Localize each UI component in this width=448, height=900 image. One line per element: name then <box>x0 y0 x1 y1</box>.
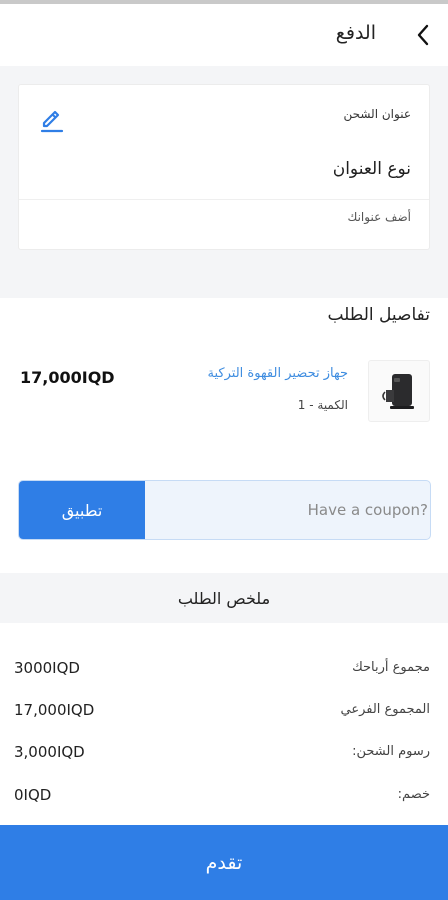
summary-row-discount: خصم: 0IQD <box>0 785 448 809</box>
edit-address-button[interactable] <box>39 107 65 133</box>
product-name[interactable]: جهاز تحضير القهوة التركية <box>208 366 348 381</box>
back-button[interactable] <box>412 22 434 48</box>
coffee-maker-image <box>382 374 414 409</box>
summary-label: رسوم الشحن: <box>352 744 430 759</box>
summary-label: مجموع أرباحك <box>352 660 430 675</box>
shipping-address-label: عنوان الشحن <box>343 107 411 121</box>
address-type: نوع العنوان <box>332 159 411 179</box>
pencil-icon <box>40 110 64 133</box>
shipping-address-card[interactable]: عنوان الشحن نوع العنوان أضف عنوانك <box>18 84 430 250</box>
product-price: 17,000IQD <box>20 368 115 387</box>
summary-label: المجموع الفرعي <box>340 702 430 717</box>
add-address-link[interactable]: أضف عنوانك <box>347 210 411 224</box>
apply-coupon-button[interactable]: تطبيق <box>19 481 145 539</box>
chevron-left-icon <box>417 24 429 46</box>
order-details-title: تفاصيل الطلب <box>327 305 430 325</box>
order-item: جهاز تحضير القهوة التركية الكمية - 1 17,… <box>18 358 430 424</box>
coupon-box: تطبيق <box>18 480 431 540</box>
summary-row-shipping: رسوم الشحن: 3,000IQD <box>0 742 448 766</box>
coupon-input[interactable] <box>145 481 430 539</box>
order-summary-title: ملخص الطلب <box>0 573 448 623</box>
proceed-button[interactable]: تقدم <box>0 825 448 900</box>
page-title: الدفع <box>335 22 376 44</box>
summary-value: 3,000IQD <box>14 743 85 761</box>
divider <box>19 199 429 200</box>
summary-value: 3000IQD <box>14 659 80 677</box>
summary-row-profit: مجموع أرباحك 3000IQD <box>0 658 448 682</box>
app-header: الدفع <box>0 4 448 66</box>
summary-value: 0IQD <box>14 786 52 804</box>
summary-label: خصم: <box>397 787 430 802</box>
summary-value: 17,000IQD <box>14 701 95 719</box>
product-image[interactable] <box>368 360 430 422</box>
product-quantity: الكمية - 1 <box>297 398 348 412</box>
summary-row-subtotal: المجموع الفرعي 17,000IQD <box>0 700 448 724</box>
